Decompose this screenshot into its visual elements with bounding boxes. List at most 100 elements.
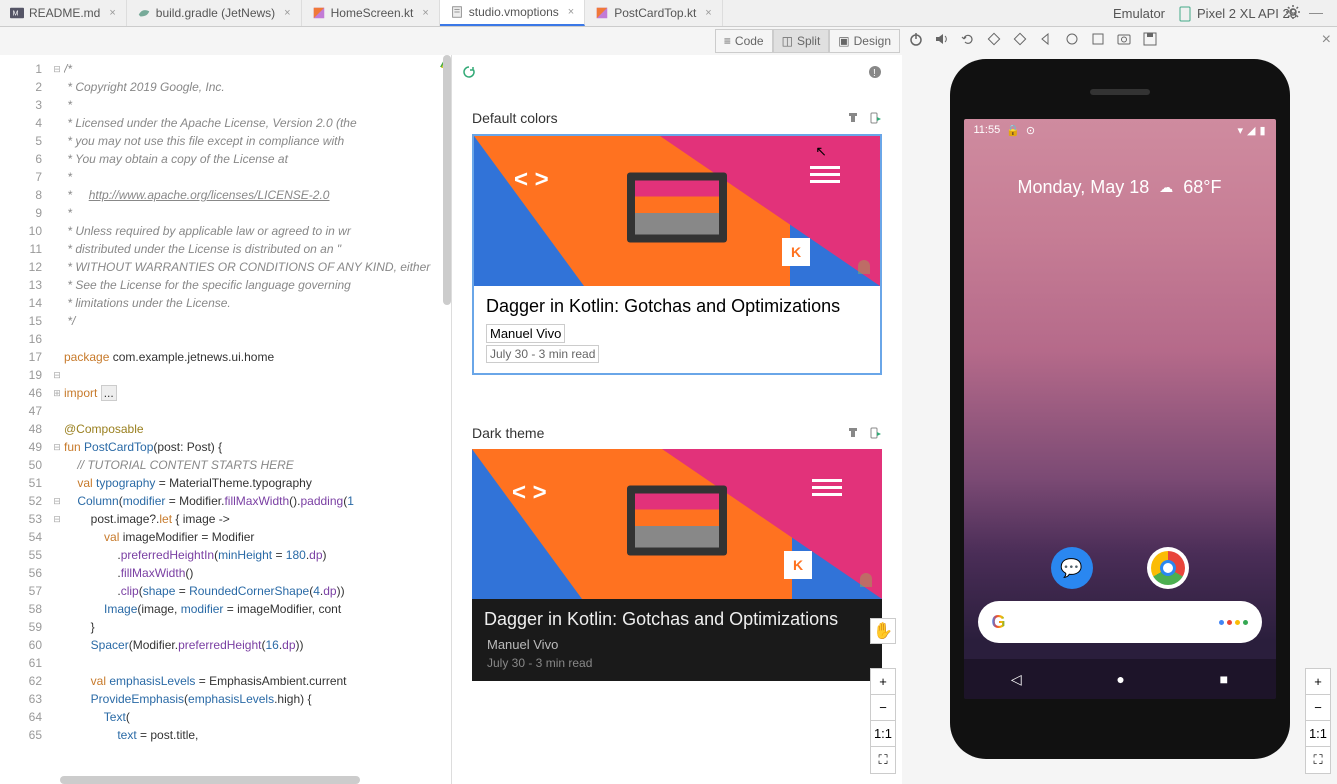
messages-app-icon[interactable]: 💬: [1051, 547, 1093, 589]
card-author: Manuel Vivo: [484, 636, 870, 653]
device-tab-label: Pixel 2 XL API 28: [1197, 6, 1297, 21]
kotlin-logo-icon: K: [784, 551, 812, 579]
phone-frame: 11:55 🔒 ⊙ ▾ ◢ ▮ Monday, May 18 ☁ 68°F: [950, 59, 1290, 759]
line-gutter: 1234567891011121314151617194647484950515…: [0, 55, 50, 784]
hide-icon[interactable]: —: [1309, 4, 1323, 20]
zoom-fit-button[interactable]: 1:1: [1306, 721, 1330, 747]
card-title: Dagger in Kotlin: Gotchas and Optimizati…: [486, 296, 868, 318]
zoom-frame-button[interactable]: ⛶: [1306, 747, 1330, 773]
code-view-button[interactable]: ≡ Code: [715, 29, 773, 53]
nav-back-button[interactable]: ◁: [1011, 671, 1022, 688]
close-icon[interactable]: ×: [109, 7, 115, 19]
vertical-scrollbar[interactable]: [443, 55, 451, 305]
tab-label: README.md: [29, 6, 100, 20]
device-tab[interactable]: Pixel 2 XL API 28: [1179, 6, 1297, 22]
preview-pane: ! Default colors < > K: [452, 55, 902, 784]
preview-default-colors: Default colors < > K Dagger in Kotlin: G…: [472, 110, 882, 375]
signal-icon: ◢: [1247, 124, 1255, 137]
tab-label: studio.vmoptions: [469, 5, 559, 19]
close-icon[interactable]: ×: [705, 7, 711, 19]
zoom-in-button[interactable]: +: [1306, 669, 1330, 695]
design-view-button[interactable]: ▣ Design: [829, 29, 900, 53]
volume-icon[interactable]: [934, 31, 950, 47]
emulator-pane: × 11:55 🔒 ⊙ ▾ ◢ ▮ Monday,: [902, 55, 1337, 784]
preview-card-dark[interactable]: < > K Dagger in Kotlin: Gotchas and Opti…: [472, 449, 882, 682]
svg-text:!: !: [873, 68, 876, 79]
markdown-icon: M: [10, 6, 24, 20]
code-angle-icon: < >: [514, 166, 549, 194]
emulator-zoom-controls: + − 1:1 ⛶: [1305, 668, 1331, 774]
image-icon: ▣: [838, 34, 849, 48]
close-icon[interactable]: ×: [422, 7, 428, 19]
close-icon[interactable]: ×: [284, 7, 290, 19]
phone-date: Monday, May 18: [1018, 177, 1150, 198]
close-panel-icon[interactable]: ×: [1322, 31, 1331, 49]
phone-screen[interactable]: 11:55 🔒 ⊙ ▾ ◢ ▮ Monday, May 18 ☁ 68°F: [964, 119, 1276, 699]
split-icon: ◫: [782, 34, 793, 48]
deploy-icon[interactable]: [868, 111, 882, 125]
rotate-left-icon[interactable]: [960, 31, 976, 47]
home-icon[interactable]: [1064, 31, 1080, 47]
tab-readme[interactable]: M README.md ×: [0, 0, 127, 26]
phone-nav-bar: ◁ ● ■: [964, 659, 1276, 699]
phone-dock: 💬: [964, 547, 1276, 589]
zoom-out-button[interactable]: −: [871, 695, 895, 721]
google-search-bar[interactable]: G: [978, 601, 1262, 643]
refresh-icon[interactable]: [462, 65, 476, 79]
warning-icon[interactable]: !: [868, 65, 882, 79]
tab-homescreen[interactable]: HomeScreen.kt ×: [302, 0, 440, 26]
emulator-toolbar: [908, 31, 1158, 47]
tab-postcardtop[interactable]: PostCardTop.kt ×: [585, 0, 722, 26]
fold-column: ⊟⊟⊞⊟⊟⊟: [50, 55, 64, 784]
card-meta: July 30 - 3 min read: [486, 345, 599, 363]
gear-icon[interactable]: [1285, 4, 1301, 20]
emulator-tab[interactable]: Emulator: [1113, 6, 1165, 21]
code-angle-icon: < >: [512, 479, 547, 507]
assistant-icon[interactable]: [1219, 620, 1248, 625]
pan-hand-button[interactable]: ✋: [870, 618, 896, 644]
diamond-icon[interactable]: [986, 31, 1002, 47]
chrome-app-icon[interactable]: [1147, 547, 1189, 589]
phone-status-bar: 11:55 🔒 ⊙ ▾ ◢ ▮: [964, 119, 1276, 141]
notif-icon: ⊙: [1026, 124, 1035, 137]
nav-home-button[interactable]: ●: [1116, 671, 1124, 687]
card-author: Manuel Vivo: [486, 324, 565, 343]
lines-icon: [812, 479, 842, 496]
kotlin-icon: [312, 6, 326, 20]
kotlin-icon: [595, 6, 609, 20]
card-image: < > K: [472, 449, 882, 599]
save-icon[interactable]: [1142, 31, 1158, 47]
screenshot-icon[interactable]: [1116, 31, 1132, 47]
weather-icon: ☁: [1159, 179, 1173, 196]
zoom-fit-button[interactable]: 1:1: [871, 721, 895, 747]
preview-zoom-controls: + − 1:1 ⛶: [870, 668, 896, 774]
phone-temp: 68°F: [1183, 177, 1221, 198]
editor-pane: 1234567891011121314151617194647484950515…: [0, 55, 452, 784]
emulator-tabs: Emulator Pixel 2 XL API 28: [1113, 0, 1297, 27]
overview-icon[interactable]: [1090, 31, 1106, 47]
horizontal-scrollbar[interactable]: [60, 776, 360, 784]
diamond-icon[interactable]: [1012, 31, 1028, 47]
nav-recent-button[interactable]: ■: [1220, 671, 1228, 687]
deploy-icon[interactable]: [868, 426, 882, 440]
split-view-button[interactable]: ◫ Split: [773, 29, 830, 53]
tab-label: HomeScreen.kt: [331, 6, 414, 20]
zoom-frame-button[interactable]: ⛶: [871, 747, 895, 773]
tab-vmoptions[interactable]: studio.vmoptions ×: [440, 0, 585, 26]
close-icon[interactable]: ×: [568, 6, 574, 18]
preview-card[interactable]: < > K Dagger in Kotlin: Gotchas and Opti…: [472, 134, 882, 375]
back-icon[interactable]: [1038, 31, 1054, 47]
code-area[interactable]: /* * Copyright 2019 Google, Inc. * * Lic…: [64, 55, 451, 784]
view-label: Design: [854, 34, 891, 48]
pin-icon[interactable]: [846, 111, 860, 125]
zoom-in-button[interactable]: +: [871, 669, 895, 695]
mouse-cursor-icon: ↖: [815, 143, 827, 160]
gradle-icon: [137, 6, 151, 20]
tab-build-gradle[interactable]: build.gradle (JetNews) ×: [127, 0, 302, 26]
zoom-out-button[interactable]: −: [1306, 695, 1330, 721]
pin-icon[interactable]: [846, 426, 860, 440]
lines-icon: [810, 166, 840, 183]
google-logo-icon: G: [992, 612, 1006, 633]
device-icon: [1179, 6, 1191, 22]
power-icon[interactable]: [908, 31, 924, 47]
